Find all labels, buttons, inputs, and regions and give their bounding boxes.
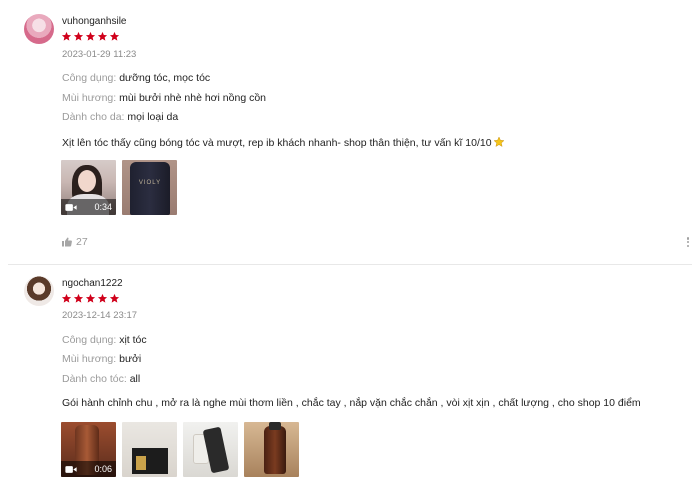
attribute-value: bưởi — [119, 353, 142, 365]
star-emoji-icon — [492, 136, 505, 148]
star-icon — [97, 31, 108, 42]
review-divider — [8, 264, 692, 265]
attribute-value: all — [129, 373, 141, 385]
like-button[interactable]: 27 — [61, 236, 88, 248]
video-camera-icon — [65, 465, 77, 474]
star-icon — [73, 293, 84, 304]
star-icon — [73, 31, 84, 42]
video-thumbnail[interactable]: 0:34 — [61, 160, 116, 215]
attribute-value: dưỡng tóc, mọc tóc — [119, 72, 211, 84]
star-icon — [109, 31, 120, 42]
review-item: ngochan1222 2023-12-14 23:17 Công dụng: … — [0, 266, 700, 500]
username[interactable]: vuhonganhsile — [62, 16, 127, 27]
video-duration: 0:06 — [94, 464, 112, 474]
more-options-icon[interactable] — [685, 236, 691, 250]
like-count: 27 — [76, 236, 88, 248]
star-icon — [109, 293, 120, 304]
video-camera-icon — [65, 203, 77, 212]
review-timestamp: 2023-01-29 11:23 — [62, 49, 137, 60]
video-thumbnail[interactable]: 0:06 — [61, 422, 116, 477]
thumbs-up-icon — [61, 236, 73, 248]
username[interactable]: ngochan1222 — [62, 278, 123, 289]
attribute-row: Mùi hương: bưởi — [62, 353, 141, 365]
image-thumbnail[interactable] — [244, 422, 299, 477]
star-rating — [61, 31, 120, 43]
star-icon — [97, 293, 108, 304]
image-thumbnail[interactable] — [183, 422, 238, 477]
attribute-row: Công dụng: xịt tóc — [62, 334, 147, 346]
avatar[interactable] — [24, 276, 54, 306]
review-comment-text: Gói hành chỉnh chu , mở ra là nghe mùi t… — [62, 397, 641, 409]
review-comment-text: Xịt lên tóc thấy cũng bóng tóc và mượt, … — [62, 137, 492, 149]
video-overlay: 0:34 — [61, 199, 116, 215]
review-timestamp: 2023-12-14 23:17 — [62, 310, 138, 321]
attribute-row: Dành cho da: mọi loại da — [62, 111, 178, 123]
attribute-label: Dành cho tóc: — [62, 373, 127, 385]
attribute-value: xịt tóc — [119, 334, 147, 346]
star-icon — [85, 31, 96, 42]
avatar[interactable] — [24, 14, 54, 44]
attribute-value: mọi loại da — [127, 111, 179, 123]
attribute-row: Công dụng: dưỡng tóc, mọc tóc — [62, 72, 210, 84]
attribute-label: Mùi hương: — [62, 353, 117, 365]
attribute-label: Mùi hương: — [62, 92, 117, 104]
review-comment: Xịt lên tóc thấy cũng bóng tóc và mượt, … — [62, 136, 505, 149]
image-thumbnail[interactable]: VIOLY — [122, 160, 177, 215]
image-thumbnail[interactable] — [122, 422, 177, 477]
review-comment: Gói hành chỉnh chu , mở ra là nghe mùi t… — [62, 397, 641, 409]
attribute-label: Công dụng: — [62, 72, 117, 84]
product-label: VIOLY — [138, 180, 162, 186]
attribute-label: Dành cho da: — [62, 111, 125, 123]
attribute-row: Mùi hương: mùi bưởi nhè nhè hơi nồng cồn — [62, 92, 266, 104]
attribute-label: Công dụng: — [62, 334, 117, 346]
review-item: vuhonganhsile 2023-01-29 11:23 Công dụng… — [0, 0, 700, 264]
star-icon — [61, 293, 72, 304]
video-overlay: 0:06 — [61, 461, 116, 477]
attribute-value: mùi bưởi nhè nhè hơi nồng cồn — [119, 92, 267, 104]
star-icon — [85, 293, 96, 304]
video-duration: 0:34 — [94, 202, 112, 212]
review-media: 0:34 VIOLY — [61, 160, 177, 215]
star-icon — [61, 31, 72, 42]
review-media: 0:06 — [61, 422, 299, 477]
star-rating — [61, 293, 120, 305]
attribute-row: Dành cho tóc: all — [62, 373, 140, 385]
